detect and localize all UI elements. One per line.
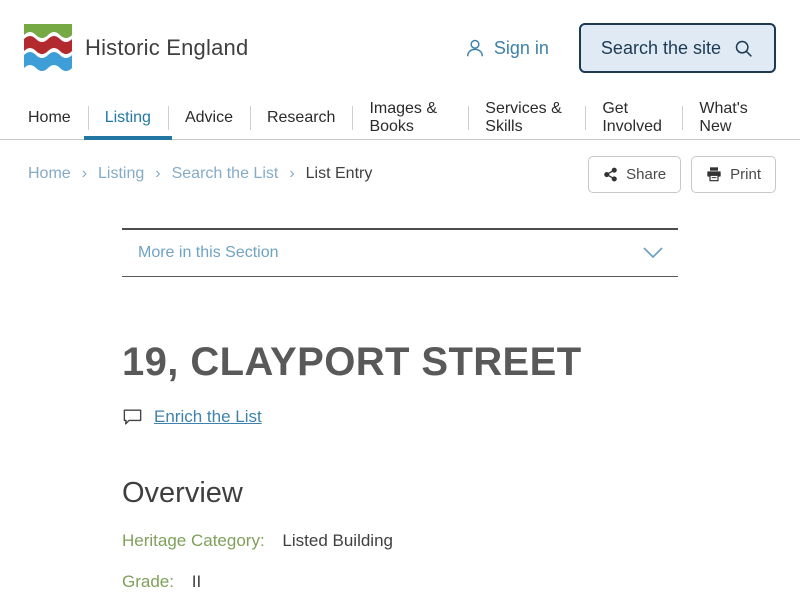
nav-item-home[interactable]: Home xyxy=(24,96,88,139)
magnifier-icon xyxy=(733,38,754,59)
heritage-category-value: Listed Building xyxy=(282,531,393,550)
historic-england-logo[interactable]: Historic England xyxy=(24,24,248,72)
chevron-down-icon xyxy=(642,246,664,260)
nav-item-images-books[interactable]: Images & Books xyxy=(352,96,468,139)
overview-heading: Overview xyxy=(122,477,678,510)
heritage-category-label: Heritage Category: xyxy=(122,531,265,550)
nav-item-listing[interactable]: Listing xyxy=(88,96,168,139)
main-content: More in this Section 19, CLAYPORT STREET… xyxy=(122,228,678,592)
site-header: Historic England Sign in Search the site xyxy=(0,0,800,96)
breadcrumb-separator-icon: › xyxy=(289,165,294,183)
sign-in-label: Sign in xyxy=(494,38,549,59)
breadcrumb: Home › Listing › Search the List › List … xyxy=(28,165,588,183)
more-in-this-section-dropdown[interactable]: More in this Section xyxy=(122,228,678,277)
share-nodes-icon xyxy=(603,167,618,182)
more-in-this-section-label: More in this Section xyxy=(138,244,279,262)
printer-icon xyxy=(706,166,722,182)
print-button[interactable]: Print xyxy=(691,156,776,193)
search-site-button[interactable]: Search the site xyxy=(579,23,776,73)
person-icon xyxy=(464,37,486,59)
nav-item-whats-new[interactable]: What's New xyxy=(682,96,776,139)
breadcrumb-link-home[interactable]: Home xyxy=(28,165,71,183)
enrich-the-list-link[interactable]: Enrich the List xyxy=(154,407,262,427)
sign-in-link[interactable]: Sign in xyxy=(464,37,549,59)
brand-wordmark: Historic England xyxy=(85,35,248,61)
grade-label: Grade: xyxy=(122,572,174,591)
breadcrumb-row: Home › Listing › Search the List › List … xyxy=(0,140,800,196)
share-button[interactable]: Share xyxy=(588,156,681,193)
breadcrumb-separator-icon: › xyxy=(155,165,160,183)
breadcrumb-separator-icon: › xyxy=(82,165,87,183)
nav-item-research[interactable]: Research xyxy=(250,96,352,139)
primary-nav: Home Listing Advice Research Images & Bo… xyxy=(0,96,800,140)
grade-field: Grade: II xyxy=(122,572,678,592)
share-button-label: Share xyxy=(626,166,666,183)
nav-item-advice[interactable]: Advice xyxy=(168,96,250,139)
page-title: 19, CLAYPORT STREET xyxy=(122,340,678,385)
nav-item-get-involved[interactable]: Get Involved xyxy=(585,96,682,139)
print-button-label: Print xyxy=(730,166,761,183)
speech-bubble-icon xyxy=(122,408,143,426)
breadcrumb-current: List Entry xyxy=(306,165,373,183)
historic-england-waves-icon xyxy=(24,24,72,72)
grade-value: II xyxy=(192,572,201,591)
nav-item-services-skills[interactable]: Services & Skills xyxy=(468,96,585,139)
breadcrumb-link-search-the-list[interactable]: Search the List xyxy=(172,165,279,183)
breadcrumb-link-listing[interactable]: Listing xyxy=(98,165,144,183)
search-site-label: Search the site xyxy=(601,38,721,59)
heritage-category-field: Heritage Category: Listed Building xyxy=(122,531,678,551)
enrich-the-list-row: Enrich the List xyxy=(122,407,678,427)
